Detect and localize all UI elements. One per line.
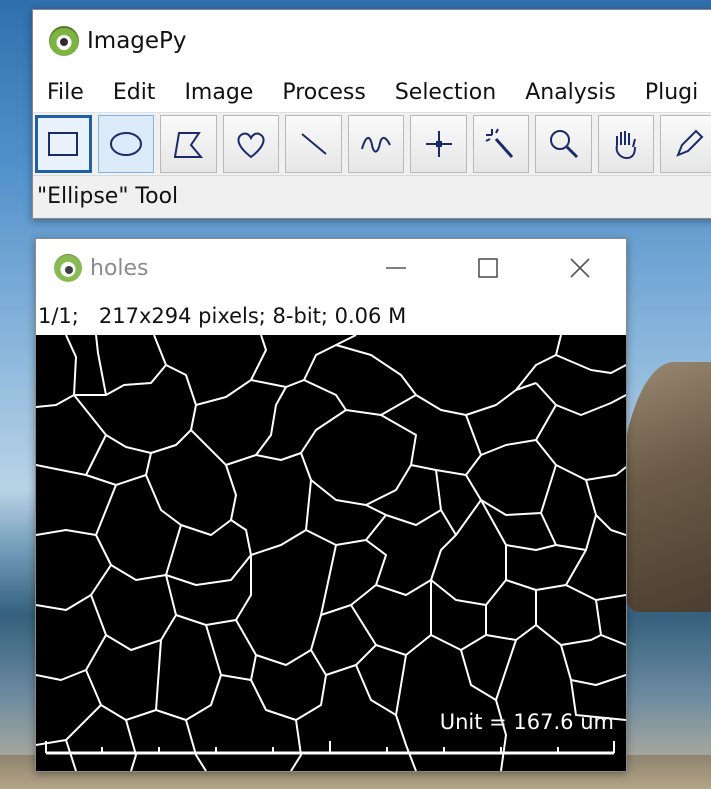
zoom-tool[interactable] — [535, 115, 592, 173]
image-canvas[interactable]: Unit = 167.6 um — [36, 335, 626, 771]
rectangle-tool[interactable] — [35, 115, 92, 173]
polygon-tool[interactable] — [160, 115, 217, 173]
maximize-icon — [478, 258, 498, 278]
minimize-button[interactable] — [350, 239, 442, 297]
image-window-title: holes — [90, 255, 149, 281]
window-controls — [350, 239, 626, 297]
imagepy-logo-icon — [54, 254, 82, 282]
rectangle-icon — [48, 132, 79, 156]
menu-image[interactable]: Image — [184, 80, 253, 105]
segmentation-image: Unit = 167.6 um — [36, 335, 626, 771]
menu-selection[interactable]: Selection — [395, 80, 496, 105]
menu-process[interactable]: Process — [282, 80, 365, 105]
image-info: 1/1; 217x294 pixels; 8-bit; 0.06 M — [38, 304, 407, 328]
menu-file[interactable]: File — [47, 80, 84, 105]
maximize-button[interactable] — [442, 239, 534, 297]
image-window-title-bar[interactable]: holes — [36, 239, 626, 297]
status-bar: "Ellipse" Tool — [33, 175, 711, 216]
toolbar — [33, 112, 711, 175]
app-title: ImagePy — [87, 28, 187, 54]
heart-icon — [237, 132, 265, 159]
background-rock — [619, 362, 711, 612]
main-title-bar[interactable]: ImagePy — [33, 10, 711, 72]
freehand-tool[interactable] — [222, 115, 280, 173]
menu-bar: File Edit Image Process Selection Analys… — [33, 72, 711, 112]
imagepy-main-window: ImagePy File Edit Image Process Selectio… — [32, 9, 711, 219]
polygon-icon — [174, 132, 204, 158]
point-tool[interactable] — [410, 115, 467, 173]
wave-icon — [361, 137, 391, 153]
line-tool[interactable] — [285, 115, 342, 173]
magic-wand-icon — [485, 128, 514, 158]
minimize-icon — [386, 267, 406, 269]
scale-label: Unit = 167.6 um — [440, 710, 614, 734]
close-button[interactable] — [534, 239, 626, 297]
imagepy-logo-icon — [49, 26, 79, 56]
close-icon — [570, 258, 590, 278]
magic-wand-tool[interactable] — [472, 115, 530, 173]
menu-analysis[interactable]: Analysis — [525, 80, 616, 105]
pencil-icon — [675, 129, 704, 157]
hand-tool[interactable] — [597, 115, 655, 173]
line-icon — [300, 133, 327, 155]
crosshair-icon — [425, 131, 452, 157]
hand-icon — [615, 131, 637, 160]
menu-edit[interactable]: Edit — [113, 80, 156, 105]
scale-bar — [45, 741, 615, 755]
menu-plugins[interactable]: Plugi — [645, 80, 698, 105]
pencil-tool[interactable] — [660, 115, 711, 173]
freeline-tool[interactable] — [347, 115, 405, 173]
ellipse-icon — [109, 132, 142, 156]
image-window-holes: holes 1/1; 217x294 pixels; 8-bit; 0.06 M — [35, 238, 627, 772]
magnifier-icon — [549, 130, 578, 159]
ellipse-tool[interactable] — [97, 115, 155, 173]
